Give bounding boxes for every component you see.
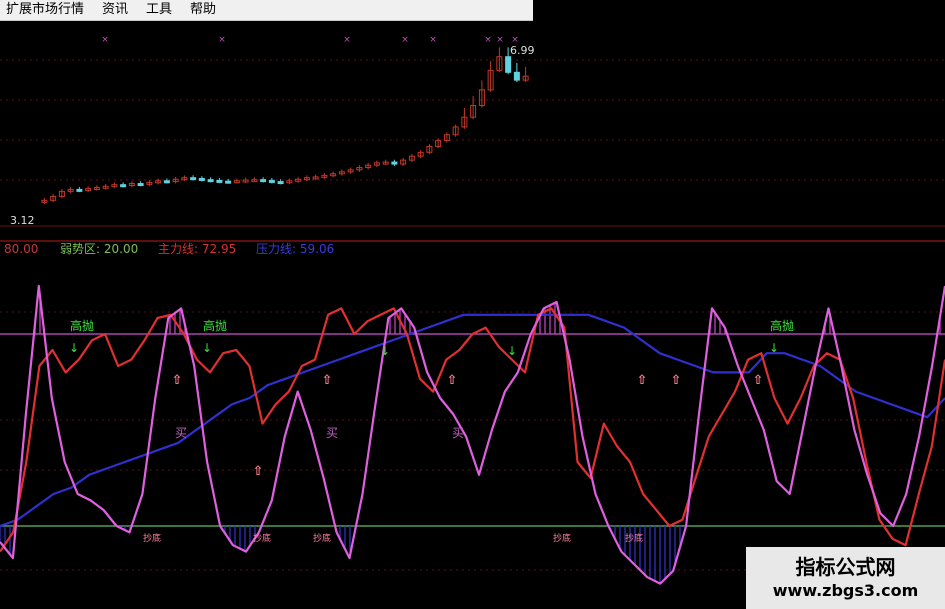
- high-sell-label: 高抛: [770, 318, 794, 333]
- watermark-url: www.zbgs3.com: [772, 581, 919, 600]
- up-arrow-icon: ⇧: [253, 464, 264, 479]
- candle-body: [163, 180, 170, 184]
- high-sell-label: 高抛: [70, 318, 94, 333]
- candle-body: [120, 184, 127, 188]
- indicator-legend-item: 弱势区: 20.00: [60, 242, 138, 256]
- down-arrow-icon: ↓: [69, 341, 79, 355]
- buy-label: 买: [452, 426, 464, 440]
- candle-body: [225, 180, 232, 184]
- oscillator-line: [0, 284, 945, 585]
- buy-low-label: 抄底: [253, 532, 271, 544]
- candle-body: [391, 161, 398, 165]
- high-sell-label: 高抛: [203, 318, 227, 333]
- top-signal-marker: ×: [401, 35, 409, 45]
- stock-chart: × × × × × × × ×6.993.1280.00 弱势区: 20.00 主力线: 72.9…: [0, 35, 945, 585]
- top-signal-marker: ×: [429, 35, 437, 45]
- buy-low-label: 抄底: [553, 532, 571, 544]
- buy-label: 买: [175, 426, 187, 440]
- candle-body: [198, 177, 205, 181]
- candle-body: [513, 71, 520, 81]
- up-arrow-icon: ⇧: [637, 373, 648, 388]
- indicator-legend-item: 80.00: [4, 242, 38, 256]
- top-signal-marker: ×: [484, 35, 492, 45]
- menu-news[interactable]: 资讯: [96, 0, 140, 20]
- menu-tools[interactable]: 工具: [140, 0, 184, 20]
- watermark: 指标公式网 www.zbgs3.com: [746, 547, 945, 609]
- indicator-legend-item: 主力线: 72.95: [158, 242, 236, 256]
- top-signal-marker: ×: [496, 35, 504, 45]
- watermark-title: 指标公式网: [795, 555, 896, 579]
- candle-body: [260, 179, 267, 183]
- buy-label: 买: [326, 426, 338, 440]
- indicator-legend-item: 压力线: 59.06: [256, 242, 334, 256]
- candle-body: [505, 56, 512, 73]
- up-arrow-icon: ⇧: [753, 373, 764, 388]
- candle-body: [137, 183, 144, 187]
- menu-extended-market[interactable]: 扩展市场行情: [0, 0, 96, 20]
- up-arrow-icon: ⇧: [172, 373, 183, 388]
- up-arrow-icon: ⇧: [447, 373, 458, 388]
- high-price-label: 6.99: [510, 44, 535, 57]
- down-arrow-icon: ↓: [507, 344, 517, 358]
- menu-bar: 扩展市场行情 资讯 工具 帮助: [0, 0, 533, 21]
- candle-body: [277, 181, 284, 185]
- candle-body: [190, 177, 197, 181]
- top-signal-marker: ×: [343, 35, 351, 45]
- buy-low-label: 抄底: [625, 532, 643, 544]
- candle-body: [76, 188, 83, 192]
- up-arrow-icon: ⇧: [322, 373, 333, 388]
- top-signal-marker: ×: [101, 35, 109, 45]
- down-arrow-icon: ↓: [202, 341, 212, 355]
- buy-low-label: 抄底: [143, 532, 161, 544]
- candle-body: [216, 179, 223, 183]
- top-signal-marker: ×: [218, 35, 226, 45]
- down-arrow-icon: ↓: [769, 341, 779, 355]
- low-price-label: 3.12: [10, 214, 35, 227]
- down-arrow-icon: ↓: [380, 344, 390, 358]
- up-arrow-icon: ⇧: [671, 373, 682, 388]
- candle-body: [268, 179, 275, 183]
- buy-low-label: 抄底: [313, 532, 331, 544]
- menu-help[interactable]: 帮助: [184, 0, 228, 20]
- candle-body: [207, 179, 214, 183]
